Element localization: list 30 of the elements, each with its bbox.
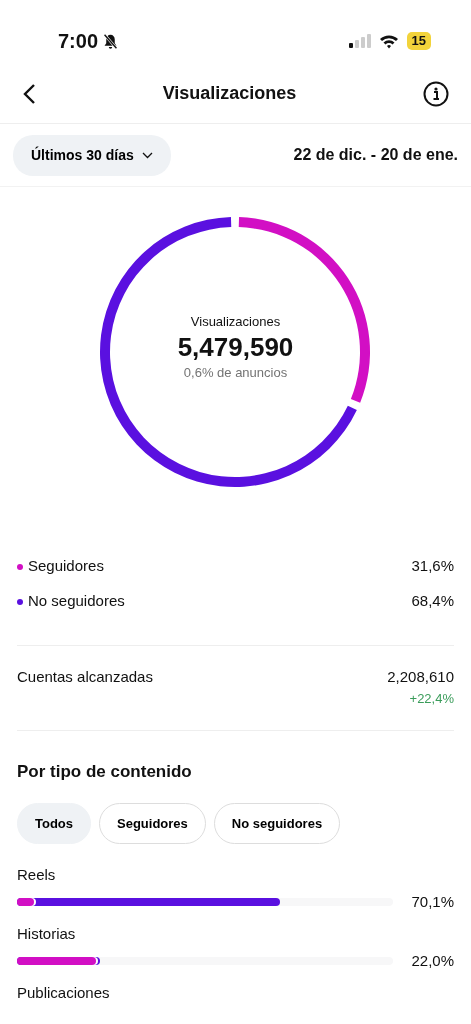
content-type-label: Reels: [17, 865, 57, 885]
section-title: Por tipo de contenido: [16, 761, 193, 783]
filter-chip[interactable]: Seguidores: [99, 802, 206, 844]
legend-value: 68,4%: [411, 591, 454, 612]
legend-value: 31,6%: [411, 556, 454, 577]
reach-label: Cuentas alcanzadas: [17, 667, 153, 687]
bar-value: 70,1%: [411, 891, 454, 912]
legend-label: Seguidores: [28, 556, 104, 577]
wifi-icon: [378, 33, 399, 49]
battery-level: 15: [406, 32, 431, 50]
signal-icon: [348, 34, 371, 48]
date-range: 22 de dic. - 20 de ene.: [293, 145, 458, 165]
chart-label: Visualizaciones: [189, 313, 282, 331]
content-type-label: Publicaciones: [17, 983, 111, 1003]
info-icon[interactable]: [423, 80, 449, 107]
filter-chip[interactable]: Todos: [17, 802, 92, 844]
bar-value: 22,0%: [411, 950, 454, 971]
page-title: Visualizaciones: [162, 82, 297, 105]
back-icon[interactable]: [22, 82, 36, 105]
reach-value: 2,208,610: [387, 667, 454, 687]
legend-label: No seguidores: [28, 591, 125, 612]
date-range-dropdown[interactable]: Últimos 30 días: [13, 134, 171, 176]
filter-chip[interactable]: No seguidores: [213, 802, 341, 844]
muted-bell-icon: [102, 32, 120, 50]
total-views: 5,479,590: [176, 331, 295, 363]
reach-change: +22,4%: [408, 689, 454, 708]
status-time: 7:00: [58, 29, 99, 54]
chevron-down-icon: [141, 151, 153, 159]
content-type-label: Historias: [17, 924, 77, 944]
ads-note: 0,6% de anuncios: [182, 363, 289, 382]
